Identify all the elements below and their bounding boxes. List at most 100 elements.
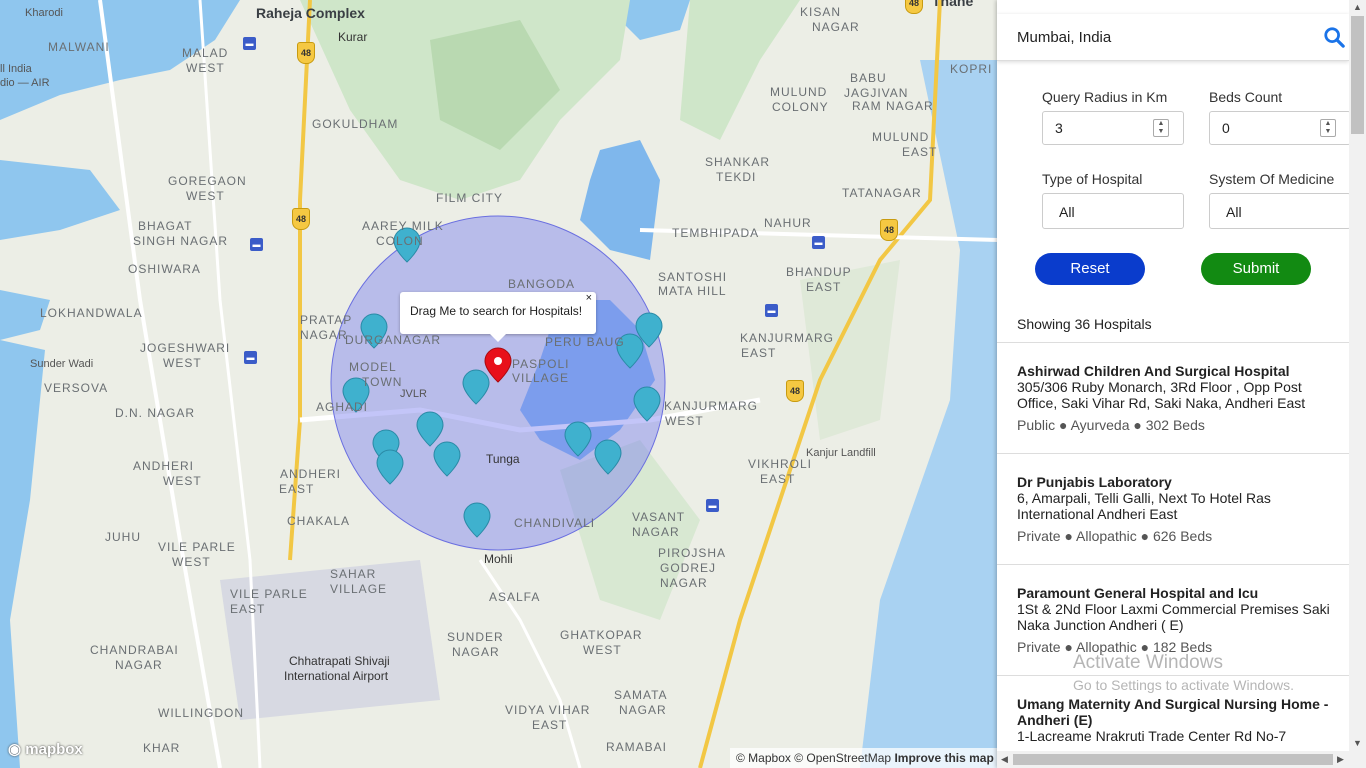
map-place-label: GODREJ	[660, 561, 717, 575]
map-place-label: NAGAR	[300, 328, 348, 342]
result-count: Showing 36 Hospitals	[1017, 316, 1152, 332]
map-place-label: Kurar	[338, 30, 368, 44]
radius-input[interactable]: 3 ▲ ▼	[1042, 111, 1184, 145]
horizontal-scroll-thumb[interactable]	[1013, 754, 1333, 765]
hospital-meta: Public ● Ayurveda ● 302 Beds	[1017, 417, 1205, 433]
map-place-label: SAHAR	[330, 567, 377, 581]
hospital-address: 6, Amarpali, Telli Galli, Next To Hotel …	[1017, 490, 1271, 522]
radius-stepper-icon[interactable]: ▲ ▼	[1153, 119, 1169, 137]
submit-button[interactable]: Submit	[1201, 253, 1311, 285]
map-place-label: NAGAR	[660, 576, 708, 590]
reset-button[interactable]: Reset	[1035, 253, 1145, 285]
rail-station-icon: ▬	[765, 304, 778, 317]
map-place-label: SUNDER	[447, 630, 504, 644]
vertical-scroll-thumb[interactable]	[1351, 16, 1364, 134]
rail-station-icon: ▬	[243, 37, 256, 50]
mapbox-logo-icon: ◉	[8, 741, 22, 758]
scroll-up-icon[interactable]: ▲	[1353, 2, 1362, 12]
map-place-label: GOREGAON	[168, 174, 247, 188]
map-place-label: dio — AIR	[0, 77, 50, 89]
map-place-label: WEST	[186, 189, 225, 203]
scroll-left-icon[interactable]: ◀	[1001, 754, 1008, 765]
map-place-label: PASPOLI	[512, 357, 570, 371]
map-place-label: International Airport	[284, 669, 389, 683]
map-place-label: Kanjur Landfill	[806, 447, 876, 459]
map-place-label: BABU	[850, 71, 887, 85]
type-label: Type of Hospital	[1042, 171, 1143, 187]
beds-value: 0	[1222, 120, 1230, 136]
horizontal-scrollbar[interactable]: ◀ ▶	[997, 751, 1349, 768]
scroll-down-icon[interactable]: ▼	[1353, 738, 1362, 748]
mapbox-logo[interactable]: ◉ mapbox	[8, 740, 83, 758]
map-place-label: NAGAR	[632, 525, 680, 539]
activation-watermark-subtitle: Go to Settings to activate Windows.	[1073, 677, 1294, 693]
hospital-meta: Private ● Allopathic ● 626 Beds	[1017, 528, 1213, 544]
app: Kharodi Raheja Complex Kurar MALWANI MALAD WE…	[0, 0, 1366, 768]
hospital-name: Ashirwad Children And Surgical Hospital	[1017, 363, 1290, 379]
radius-label: Query Radius in Km	[1042, 89, 1168, 105]
map-place-label: MULUND	[770, 85, 828, 99]
map-canvas[interactable]: Kharodi Raheja Complex Kurar MALWANI MALAD WE…	[0, 0, 998, 768]
map-place-label: EAST	[279, 482, 315, 496]
map-place-label: Sunder Wadi	[30, 358, 94, 370]
map-place-label: WEST	[186, 61, 225, 75]
map-place-label: FILM CITY	[436, 191, 504, 205]
attribution-text[interactable]: © Mapbox © OpenStreetMap	[736, 751, 891, 765]
beds-input[interactable]: 0 ▲ ▼	[1209, 111, 1351, 145]
rail-station-icon: ▬	[812, 236, 825, 249]
map-place-label: ll India	[0, 63, 32, 75]
map-place-label: WEST	[163, 356, 202, 370]
beds-label: Beds Count	[1209, 89, 1283, 105]
map-place-label: PRATAP	[300, 313, 353, 327]
map-attribution: © Mapbox © OpenStreetMap Improve this ma…	[730, 748, 998, 768]
map-place-label: SANTOSHI	[658, 270, 728, 284]
improve-map-link[interactable]: Improve this map	[894, 751, 993, 765]
search-input[interactable]	[1017, 26, 1317, 48]
map-place-label: BHANDUP	[786, 265, 852, 279]
vertical-scrollbar[interactable]: ▲ ▼	[1349, 0, 1366, 768]
map-place-label: EAST	[532, 718, 568, 732]
map-place-label: KISAN	[800, 5, 842, 19]
map-place-label: TEMBHIPADA	[672, 226, 760, 240]
hospital-list-item[interactable]: Dr Punjabis Laboratory 6, Amarpali, Telli…	[997, 453, 1349, 564]
search-icon[interactable]	[1323, 26, 1345, 48]
map-place-label: EAST	[230, 602, 266, 616]
beds-stepper-icon[interactable]: ▲ ▼	[1320, 119, 1336, 137]
map-place-label: NAGAR	[619, 703, 667, 717]
map-place-label: VIDYA VIHAR	[505, 703, 591, 717]
activation-watermark-title: Activate Windows	[1073, 652, 1223, 673]
map-place-label: CHAKALA	[287, 514, 351, 528]
map-place-label: MALWANI	[48, 40, 110, 54]
map-place-label: Raheja Complex	[256, 5, 365, 21]
map-place-label: SHANKAR	[705, 155, 771, 169]
map-place-label: DURGANAGAR	[345, 333, 442, 347]
map-place-label: Tunga	[486, 452, 520, 466]
map-place-label: VILLAGE	[512, 371, 570, 385]
search-bar	[997, 14, 1349, 61]
hospital-name: Umang Maternity And Surgical Nursing Hom…	[1017, 696, 1329, 728]
map-place-label: BANGODA	[508, 277, 576, 291]
map-place-label: WILLINGDON	[158, 706, 245, 720]
highway-shield-icon: 48	[292, 208, 310, 230]
map-place-label: VILE PARLE	[230, 587, 308, 601]
type-selected-value: All	[1059, 204, 1075, 220]
map-place-label: WEST	[172, 555, 211, 569]
hospital-list-item[interactable]: Ashirwad Children And Surgical Hospital 3…	[997, 342, 1349, 453]
map-place-label: TOWN	[362, 375, 403, 389]
map-place-label: TATANAGAR	[842, 186, 922, 200]
system-select[interactable]: All	[1209, 193, 1351, 229]
map-place-label: KANJURMARG	[740, 331, 835, 345]
highway-shield-icon: 48	[905, 0, 923, 14]
map-place-label: WEST	[665, 414, 704, 428]
rail-station-icon: ▬	[250, 238, 263, 251]
scroll-right-icon[interactable]: ▶	[1337, 754, 1344, 765]
popup-text: Drag Me to search for Hospitals!	[410, 304, 583, 318]
type-select[interactable]: All	[1042, 193, 1184, 229]
map-place-label: MULUND	[872, 130, 930, 144]
map-place-label: EAST	[902, 145, 938, 159]
map-place-label: PERU BAUG	[545, 335, 625, 349]
popup-close-button[interactable]: ×	[586, 292, 592, 304]
map-place-label: KOPRI	[950, 62, 993, 76]
map-place-label: NAHUR	[764, 216, 812, 230]
map-place-label: CHANDRABAI	[90, 643, 179, 657]
